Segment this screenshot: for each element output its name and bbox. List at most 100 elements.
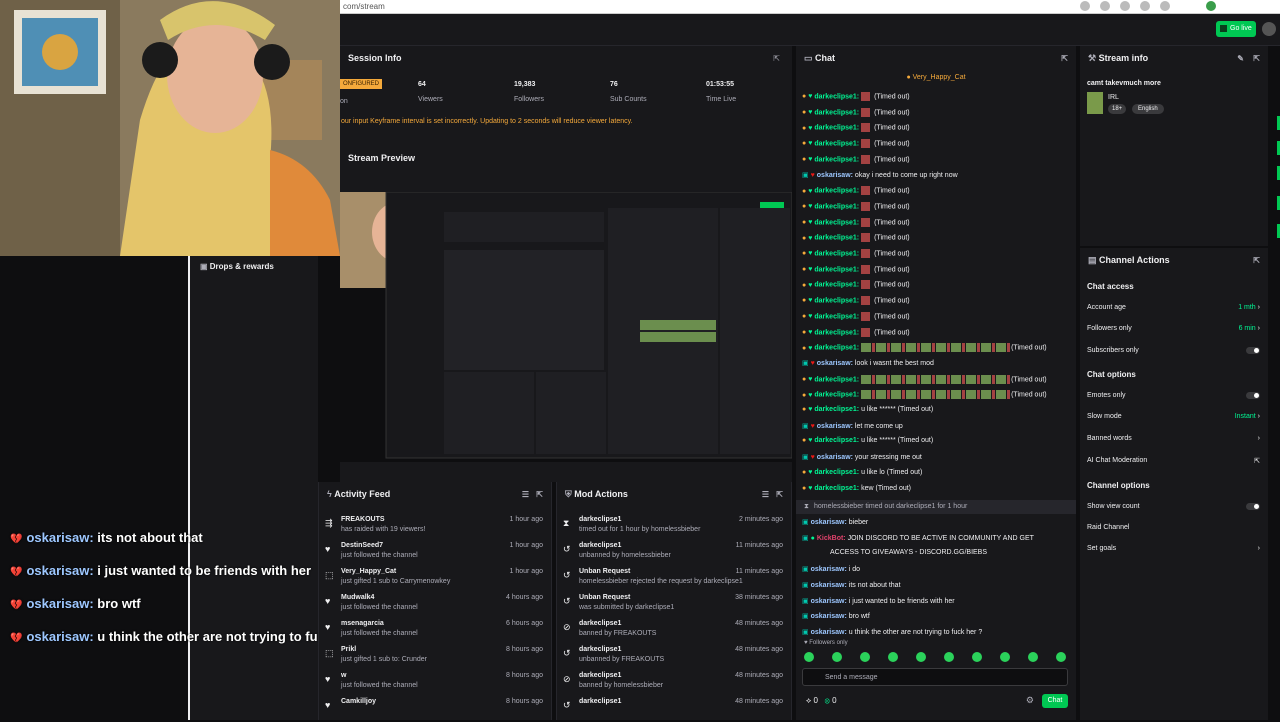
- popout-icon[interactable]: ⇱: [776, 490, 783, 499]
- chat-username[interactable]: oskarisaw:: [811, 613, 847, 620]
- emote: [887, 374, 891, 384]
- emote-bar[interactable]: [804, 652, 1068, 664]
- emote-picker-icon[interactable]: [972, 652, 982, 662]
- stat-followers: 19,383 Followers: [514, 81, 544, 103]
- chat-settings-icon[interactable]: ⚙: [1026, 695, 1034, 706]
- chat-username[interactable]: oskarisaw:: [817, 423, 853, 430]
- chat-username[interactable]: oskarisaw:: [817, 172, 853, 179]
- chat-username[interactable]: darkeclipse1:: [814, 376, 859, 383]
- ai-moderation-row[interactable]: AI Chat Moderation ⇱: [1087, 457, 1260, 465]
- user-avatar[interactable]: [1262, 22, 1276, 36]
- chat-username[interactable]: darkeclipse1:: [814, 250, 859, 257]
- popout-icon[interactable]: ⇱: [1253, 54, 1260, 63]
- chat-username[interactable]: darkeclipse1:: [814, 109, 859, 116]
- browser-url-bar[interactable]: com/stream: [340, 0, 1280, 14]
- chat-username[interactable]: darkeclipse1:: [814, 188, 859, 195]
- emote-picker-icon[interactable]: [1028, 652, 1038, 662]
- emote: [861, 123, 871, 133]
- chat-username[interactable]: darkeclipse1:: [814, 392, 859, 399]
- popout-icon[interactable]: ⇱: [536, 490, 543, 499]
- chat-username[interactable]: KickBot:: [817, 535, 846, 542]
- chat-username[interactable]: oskarisaw:: [811, 598, 847, 605]
- show-viewcount-toggle[interactable]: [1246, 503, 1260, 510]
- popout-icon[interactable]: ⇱: [1061, 54, 1068, 63]
- chat-username[interactable]: darkeclipse1:: [814, 156, 859, 163]
- bookmark-icon[interactable]: [1120, 1, 1130, 11]
- chat-username[interactable]: darkeclipse1:: [814, 469, 859, 476]
- chat-username[interactable]: oskarisaw:: [817, 454, 853, 461]
- extension-icon[interactable]: [1100, 1, 1110, 11]
- chat-input[interactable]: Send a message: [802, 668, 1068, 686]
- banned-words-row[interactable]: Banned words ›: [1087, 435, 1260, 442]
- chat-send-button[interactable]: Chat: [1042, 694, 1068, 708]
- chat-username[interactable]: oskarisaw:: [811, 566, 847, 573]
- mod-action-desc: banned by homelessbieber: [579, 682, 664, 689]
- raid-channel-row[interactable]: Raid Channel: [1087, 524, 1260, 531]
- points-icon[interactable]: ⟡: [806, 696, 811, 705]
- chat-username[interactable]: oskarisaw:: [811, 582, 847, 589]
- chat-username[interactable]: darkeclipse1:: [814, 203, 859, 210]
- popout-icon[interactable]: ⇱: [1253, 256, 1260, 265]
- emote-picker-icon[interactable]: [1000, 652, 1010, 662]
- activity-feed-list: ⇶ FREAKOUTS has raided with 19 viewers! 1 h…: [319, 514, 551, 720]
- chat-username[interactable]: darkeclipse1:: [814, 219, 859, 226]
- profile-icon[interactable]: [1160, 1, 1170, 11]
- emote-picker-icon[interactable]: [888, 652, 898, 662]
- followers-only-row[interactable]: Followers only 6 min ›: [1087, 325, 1260, 332]
- chat-username[interactable]: darkeclipse1:: [814, 93, 859, 100]
- emote-picker-icon[interactable]: [860, 652, 870, 662]
- account-age-row[interactable]: Account age 1 mth ›: [1087, 304, 1260, 311]
- moderator-badge-icon: ▣: [802, 454, 809, 462]
- filter-icon[interactable]: ☰: [762, 490, 769, 499]
- token-icon[interactable]: ⊗: [825, 696, 830, 705]
- emote-picker-icon[interactable]: [804, 652, 814, 662]
- mod-action-item: ↺ darkeclipse1 48 minutes ago: [557, 696, 791, 722]
- chat-username[interactable]: darkeclipse1:: [814, 266, 859, 273]
- slow-mode-row[interactable]: Slow mode Instant ›: [1087, 413, 1260, 420]
- chat-username[interactable]: oskarisaw:: [811, 519, 847, 526]
- vip-badge-icon: ●: [802, 187, 807, 195]
- filter-icon[interactable]: ☰: [522, 490, 529, 499]
- emote-picker-icon[interactable]: [1056, 652, 1066, 662]
- chat-username[interactable]: darkeclipse1:: [814, 282, 859, 289]
- chat-username[interactable]: darkeclipse1:: [814, 235, 859, 242]
- emotes-only-toggle[interactable]: [1246, 392, 1260, 399]
- stream-preview-title: Stream Preview: [348, 153, 416, 163]
- subscribers-only-toggle[interactable]: [1246, 347, 1260, 354]
- tag-chip: English: [1132, 104, 1164, 114]
- zoom-icon[interactable]: [1080, 1, 1090, 11]
- channel-actions-label: Channel Actions: [1099, 255, 1170, 265]
- chat-input-placeholder: Send a message: [825, 674, 878, 681]
- chat-text: (Timed out): [1011, 391, 1047, 399]
- settings-icon[interactable]: [1140, 1, 1150, 11]
- emote-picker-icon[interactable]: [832, 652, 842, 662]
- chat-message: ▣ ♥ oskarisaw: look i wasnt the best mod: [802, 359, 934, 367]
- activity-feed-panel: ϟ Activity Feed ☰ ⇱ ⇶ FREAKOUTS has raided …: [318, 482, 552, 720]
- chat-username[interactable]: darkeclipse1:: [814, 313, 859, 320]
- chat-username[interactable]: darkeclipse1:: [814, 297, 859, 304]
- drops-label: Drops & rewards: [209, 262, 274, 271]
- emote-picker-icon[interactable]: [944, 652, 954, 662]
- moderator-badge-icon: ▣: [802, 519, 809, 526]
- chat-username[interactable]: darkeclipse1:: [814, 345, 859, 352]
- popout-icon[interactable]: ⇱: [773, 54, 780, 63]
- chat-username[interactable]: darkeclipse1:: [814, 125, 859, 132]
- emote: [861, 327, 871, 337]
- activity-icon: ⬚: [325, 648, 334, 658]
- mod-action-name: darkeclipse1: [579, 646, 622, 653]
- set-goals-row[interactable]: Set goals ›: [1087, 545, 1260, 552]
- chat-username[interactable]: oskarisaw:: [811, 629, 847, 636]
- edit-icon[interactable]: ✎: [1237, 54, 1244, 63]
- go-live-button[interactable]: Go live: [1216, 21, 1256, 37]
- activity-item: ♥ Camkilljoy 8 hours ago: [319, 696, 551, 722]
- emote-picker-icon[interactable]: [916, 652, 926, 662]
- avatar[interactable]: [1206, 1, 1216, 11]
- chat-username[interactable]: darkeclipse1:: [814, 329, 859, 336]
- chat-text: (Timed out): [1011, 344, 1047, 352]
- chat-username[interactable]: darkeclipse1:: [814, 406, 859, 413]
- chat-username[interactable]: oskarisaw:: [817, 360, 853, 367]
- chat-username[interactable]: darkeclipse1:: [814, 437, 859, 444]
- chat-username[interactable]: darkeclipse1:: [814, 140, 859, 147]
- chat-username[interactable]: darkeclipse1:: [814, 485, 859, 492]
- activity-desc: has raided with 19 viewers!: [341, 526, 426, 533]
